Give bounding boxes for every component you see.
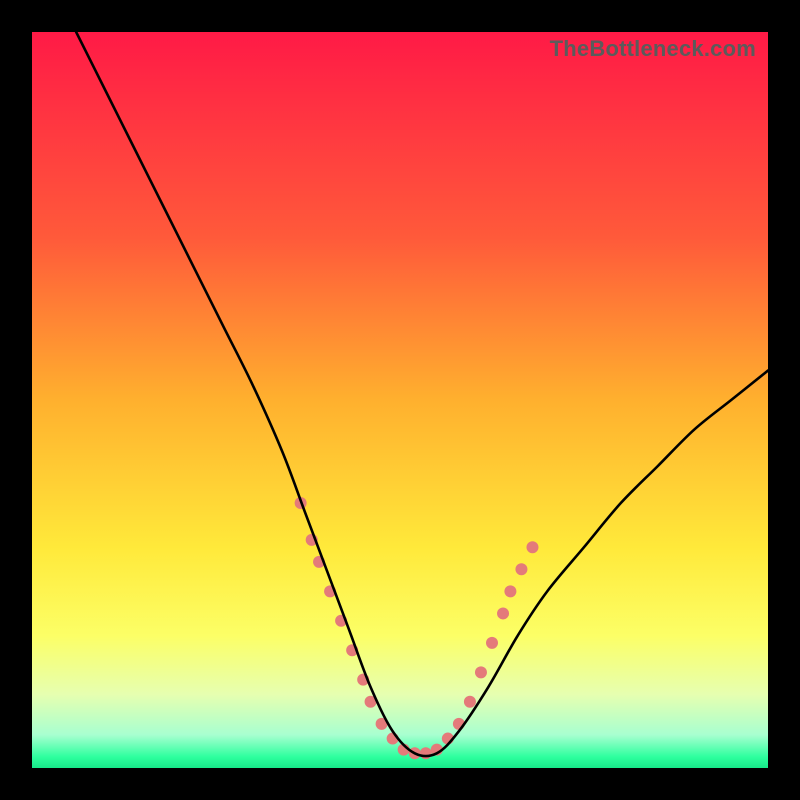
marker-point bbox=[486, 637, 498, 649]
marker-point bbox=[497, 607, 509, 619]
chart-frame: TheBottleneck.com bbox=[0, 0, 800, 800]
marker-point bbox=[420, 747, 432, 759]
marker-point bbox=[526, 541, 538, 553]
bottleneck-curve bbox=[76, 32, 768, 756]
marker-group bbox=[295, 497, 539, 759]
marker-point bbox=[515, 563, 527, 575]
plot-area: TheBottleneck.com bbox=[32, 32, 768, 768]
watermark-text: TheBottleneck.com bbox=[550, 36, 756, 62]
marker-point bbox=[475, 666, 487, 678]
marker-point bbox=[504, 585, 516, 597]
marker-point bbox=[464, 696, 476, 708]
curve-layer bbox=[32, 32, 768, 768]
